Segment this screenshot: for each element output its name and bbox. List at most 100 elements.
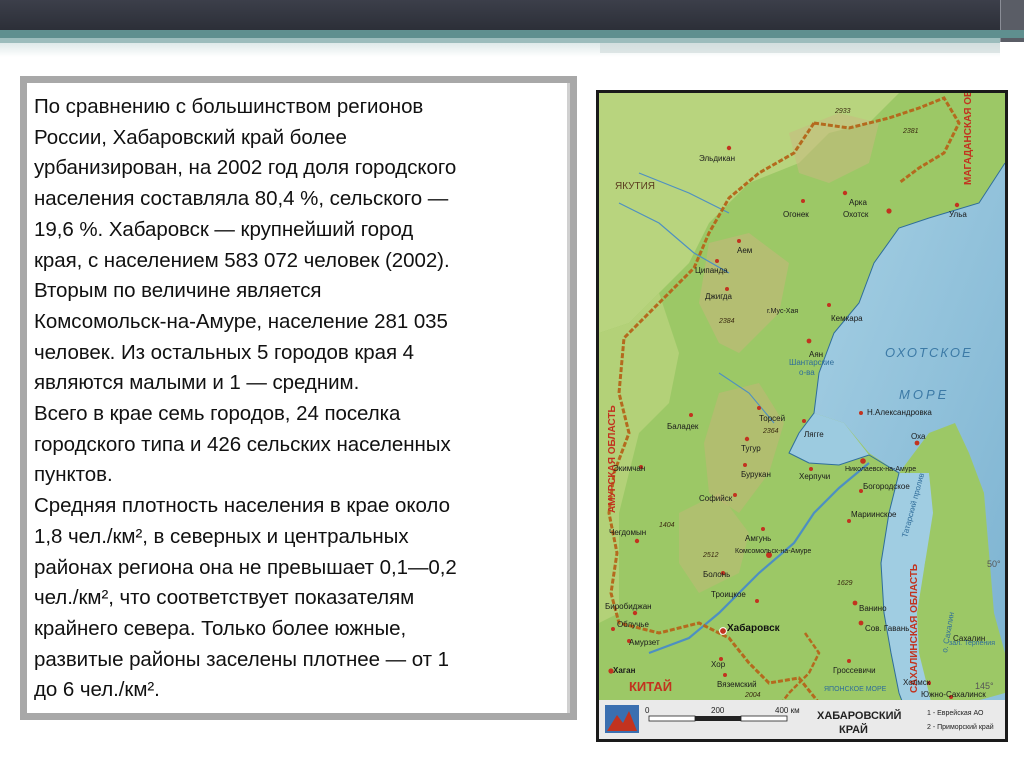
town-marker	[737, 239, 741, 243]
town-label: Аем	[737, 246, 752, 255]
town-label: Хор	[711, 660, 726, 669]
town-marker	[847, 519, 851, 523]
sea-label: ОХОТСКОЕ	[885, 345, 973, 360]
town-label: Кемкара	[831, 314, 863, 323]
elevation-label: 2384	[718, 318, 735, 325]
elevation-label: 1404	[659, 522, 675, 529]
town-marker	[632, 610, 638, 616]
elevation-label: 2364	[762, 428, 779, 435]
town-marker	[689, 413, 693, 417]
town-label: Николаевск-на-Амуре	[845, 466, 916, 473]
town-label: Тугур	[741, 444, 761, 453]
town-marker	[886, 208, 892, 214]
region-label: КИТАЙ	[629, 679, 672, 694]
peak-label: г.Мус-Хая	[767, 308, 798, 315]
text-line: Средняя плотность населения в крае около	[34, 494, 450, 518]
scale-bar	[648, 715, 788, 722]
town-label: Сахалин	[953, 634, 985, 643]
town-marker	[743, 463, 747, 467]
town-marker	[723, 673, 727, 677]
town-marker	[726, 145, 732, 151]
elevation-label: 2933	[834, 108, 851, 115]
town-label: Н.Александровка	[867, 408, 932, 417]
scale-tick: 400 км	[775, 706, 800, 715]
elevation-label: 2381	[902, 128, 919, 135]
town-marker	[611, 627, 615, 631]
legend-note: 1 - Еврейская АО	[927, 709, 984, 717]
town-label: Троицкое	[711, 590, 746, 599]
town-marker	[733, 493, 737, 497]
town-label: Ванино	[859, 604, 887, 613]
population-description: По сравнению с большинством регионов Рос…	[34, 92, 570, 706]
text-line: развитые районы заселены плотнее — от 1	[34, 647, 449, 671]
town-label: Софийск	[699, 494, 733, 503]
text-line: пунктов.	[34, 463, 113, 487]
region-label: ЯПОНСКОЕ МОРЕ	[824, 686, 887, 693]
town-marker	[860, 458, 866, 464]
town-marker	[858, 620, 864, 626]
text-line: чел./км², что соответствует показателям	[34, 586, 415, 610]
town-label: Аян	[809, 350, 823, 359]
legend-title: ХАБАРОВСКИЙ	[817, 709, 902, 722]
town-label: Комсомольск-на-Амуре	[735, 548, 811, 555]
khabarovsk-map: ОХОТСКОЕ МОРЕ ЯКУТИЯ МАГАДАНСКАЯ ОБЛАСТЬ…	[596, 90, 1008, 742]
elevation-label: 1629	[837, 580, 853, 587]
feature-label: Шантарские	[789, 358, 835, 367]
text-line: Комсомольск-на-Амуре, население 281 035	[34, 309, 448, 333]
text-line: Всего в крае семь городов, 24 поселка	[34, 402, 401, 426]
town-label: Охотск	[843, 210, 869, 219]
town-label: Экимчан	[613, 464, 645, 473]
town-label: Амурзет	[629, 638, 660, 647]
text-line: населения составляла 80,4 %, сельского —	[34, 187, 449, 211]
town-label: Оха	[911, 432, 926, 441]
town-label: Чегдомын	[609, 528, 646, 537]
town-marker	[806, 338, 812, 344]
capital-label: Хабаровск	[727, 622, 781, 634]
town-label: Амгунь	[745, 534, 771, 543]
town-marker	[827, 303, 831, 307]
text-line: крайнего севера. Только более южные,	[34, 616, 407, 640]
text-line: По сравнению с большинством регионов	[34, 95, 424, 118]
scale-tick: 200	[711, 706, 725, 715]
town-marker	[954, 202, 960, 208]
town-marker	[715, 259, 719, 263]
town-label: Джигда	[705, 292, 732, 301]
header-fade-accent	[600, 43, 1000, 53]
longitude-label: 145°	[975, 681, 994, 691]
region-label: МАГАДАНСКАЯ ОБЛАСТЬ	[963, 93, 974, 185]
text-line: человек. Из остальных 5 городов края 4	[34, 340, 414, 364]
town-marker	[634, 538, 640, 544]
town-label: Гроссевичи	[833, 666, 876, 675]
town-marker	[842, 190, 848, 196]
accent-stripe	[0, 30, 1024, 38]
town-marker	[757, 406, 761, 410]
town-marker	[725, 287, 729, 291]
town-label: Мариинское	[851, 510, 897, 519]
text-panel: По сравнению с большинством регионов Рос…	[27, 83, 570, 713]
town-label: Сов. Гавань	[865, 624, 909, 633]
legend-emblem	[605, 705, 639, 733]
region-label: ЯКУТИЯ	[615, 181, 655, 192]
text-line: до 6 чел./км².	[34, 678, 160, 702]
town-marker	[852, 600, 858, 606]
region-label: АМУРСКАЯ ОБЛАСТЬ	[607, 405, 618, 513]
town-marker	[809, 467, 813, 471]
town-marker	[859, 411, 863, 415]
text-line: России, Хабаровский край более	[34, 125, 347, 149]
town-marker	[914, 440, 920, 446]
town-label: Ульа	[949, 210, 967, 219]
town-label: Хаган	[613, 666, 636, 675]
text-line: края, с населением 583 072 человек (2002…	[34, 248, 450, 272]
town-marker	[847, 659, 851, 663]
town-marker	[801, 199, 805, 203]
town-label: Холмск	[903, 678, 931, 687]
text-line: городского типа и 426 сельских населенны…	[34, 432, 451, 456]
town-label: Облучье	[617, 620, 649, 629]
text-line: районах региона она не превышает 0,1—0,2	[34, 555, 457, 579]
town-label: Торсей	[759, 414, 785, 423]
sea-label: МОРЕ	[899, 387, 949, 402]
town-label: Лягге	[804, 430, 824, 439]
town-label: Арка	[849, 198, 867, 207]
town-label: Вяземский	[717, 680, 757, 689]
town-label: Огонек	[783, 210, 809, 219]
